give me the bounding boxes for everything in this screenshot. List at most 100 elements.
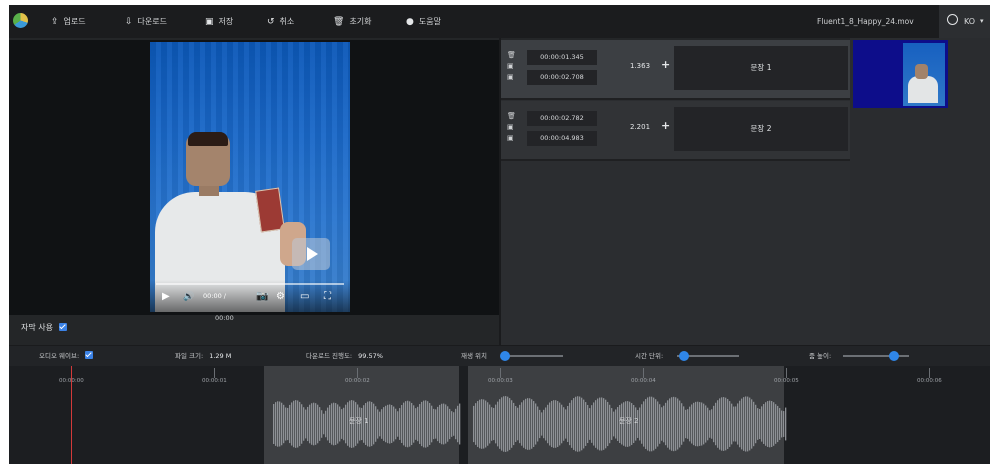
waveform-bar: [755, 404, 757, 444]
play-icon[interactable]: ▶: [162, 291, 170, 303]
sentence-text-field[interactable]: 문장 2: [674, 107, 848, 151]
loading-value: 99.57%: [358, 352, 383, 360]
video-time-below: 00:00: [215, 314, 234, 322]
waveform-bar: [531, 399, 533, 449]
volume-icon[interactable]: 🔊: [183, 291, 194, 303]
waveform-bar: [717, 400, 719, 448]
slider-knob[interactable]: [679, 351, 689, 361]
video-progress-bar[interactable]: [156, 283, 344, 285]
delete-icon[interactable]: 🗑: [507, 50, 517, 61]
edit-icon[interactable]: ▣: [507, 122, 517, 133]
audio-waveform-toggle[interactable]: 오디오 웨이브:: [39, 346, 94, 366]
sentence-text-field[interactable]: 문장 1: [674, 46, 848, 90]
waveform-bar: [473, 405, 475, 443]
start-time-field[interactable]: 00:00:02.782: [527, 111, 597, 126]
waveform-bar: [307, 406, 309, 442]
delete-icon[interactable]: 🗑: [507, 111, 517, 122]
waveform-bar: [713, 405, 715, 443]
waveform-bar: [443, 403, 445, 445]
waveform-bar: [575, 396, 577, 452]
sentence-row[interactable]: 🗑 ▣ ▣ 00:00:01.345 00:00:02.708 1.363 + …: [501, 40, 850, 100]
playhead[interactable]: [71, 366, 72, 464]
waveform-bar: [287, 407, 289, 441]
zoom-slider[interactable]: [843, 351, 909, 361]
cancel-button[interactable]: ↺ 취소: [267, 5, 294, 38]
waveform-bar: [339, 406, 341, 442]
subtitle-toggle[interactable]: 자막 사용: [21, 322, 67, 333]
waveform-timeline[interactable]: 00:00:00 00:00:01 00:00:02 00:00:03 00:0…: [9, 366, 990, 464]
camera-icon[interactable]: 📷: [256, 291, 268, 303]
initialize-button[interactable]: 🗑 초기화: [333, 5, 372, 38]
waveform-bar: [395, 408, 397, 440]
waveform-bar: [785, 407, 787, 441]
waveform-bar: [611, 408, 613, 440]
sentence-row[interactable]: 🗑 ▣ ▣ 00:00:02.782 00:00:04.983 2.201 + …: [501, 101, 850, 161]
waveform-bar: [449, 408, 451, 440]
add-icon[interactable]: +: [661, 119, 670, 132]
waveform: [273, 396, 787, 452]
waveform-bar: [781, 410, 783, 438]
waveform-bar: [701, 402, 703, 446]
tick: [500, 368, 501, 378]
waveform-bar: [383, 407, 385, 441]
slider-knob[interactable]: [500, 351, 510, 361]
waveform-bar: [479, 399, 481, 449]
waveform-bar: [321, 410, 323, 438]
chevron-down-icon: ▾: [980, 17, 984, 25]
waveform-bar: [715, 402, 717, 446]
video-player[interactable]: ▶ 🔊 00:00 / 📷 ⚙ ▭ ⛶: [150, 42, 350, 312]
waveform-bar: [545, 407, 547, 441]
waveform-bar: [599, 397, 601, 451]
fullscreen-icon[interactable]: ⛶: [324, 291, 331, 303]
waveform-bar: [769, 400, 771, 448]
video-thumbnail[interactable]: [853, 40, 948, 108]
big-play-button[interactable]: [292, 238, 330, 270]
waveform-bar: [435, 409, 437, 439]
slider-knob[interactable]: [889, 351, 899, 361]
waveform-bar: [745, 396, 747, 452]
language-selector[interactable]: KO ▾: [939, 5, 990, 38]
end-time-field[interactable]: 00:00:04.983: [527, 131, 597, 146]
waveform-bar: [693, 402, 695, 446]
waveform-bar: [699, 402, 701, 446]
segment-1-label: 문장 1: [349, 417, 369, 425]
time-unit-slider[interactable]: [677, 351, 739, 361]
waveform-bar: [437, 406, 439, 442]
waveform-bar: [751, 399, 753, 449]
subtitle-checkbox[interactable]: [58, 323, 67, 331]
waveform-bar: [593, 402, 595, 446]
waveform-bar: [557, 401, 559, 447]
edit-end-icon[interactable]: ▣: [507, 133, 517, 144]
save-button[interactable]: ▣ 저장: [205, 5, 233, 38]
audio-waveform-checkbox[interactable]: [85, 351, 94, 359]
waveform-bar: [319, 407, 321, 441]
initialize-label: 초기화: [349, 17, 372, 26]
add-icon[interactable]: +: [661, 58, 670, 71]
waveform-bar: [551, 400, 553, 448]
playback-position-label: 재생 위치: [461, 352, 487, 360]
waveform-bar: [503, 396, 505, 452]
playback-position-slider[interactable]: [500, 351, 563, 361]
waveform-bar: [529, 398, 531, 450]
edit-icon[interactable]: ▣: [507, 61, 517, 72]
tick-label: 00:00:05: [774, 378, 799, 384]
time-unit-label: 시간 단위:: [635, 352, 664, 360]
theater-icon[interactable]: ▭: [300, 291, 309, 303]
waveform-bar: [439, 404, 441, 444]
waveform-bar: [417, 406, 419, 442]
download-button[interactable]: ⇩ 다운로드: [125, 5, 167, 38]
upload-button[interactable]: ⇪ 업로드: [51, 5, 86, 38]
start-time-field[interactable]: 00:00:01.345: [527, 50, 597, 65]
edit-end-icon[interactable]: ▣: [507, 72, 517, 83]
waveform-bar: [391, 405, 393, 443]
end-time-field[interactable]: 00:00:02.708: [527, 70, 597, 85]
settings-icon[interactable]: ⚙: [276, 291, 285, 303]
waveform-bar: [639, 407, 641, 441]
waveform-bar: [331, 403, 333, 445]
waveform-bar: [669, 398, 671, 450]
help-button[interactable]: ● 도움말: [406, 5, 441, 38]
help-icon: ●: [406, 17, 414, 27]
waveform-bar: [407, 400, 409, 448]
waveform-bar: [547, 404, 549, 444]
waveform-bar: [453, 412, 455, 436]
